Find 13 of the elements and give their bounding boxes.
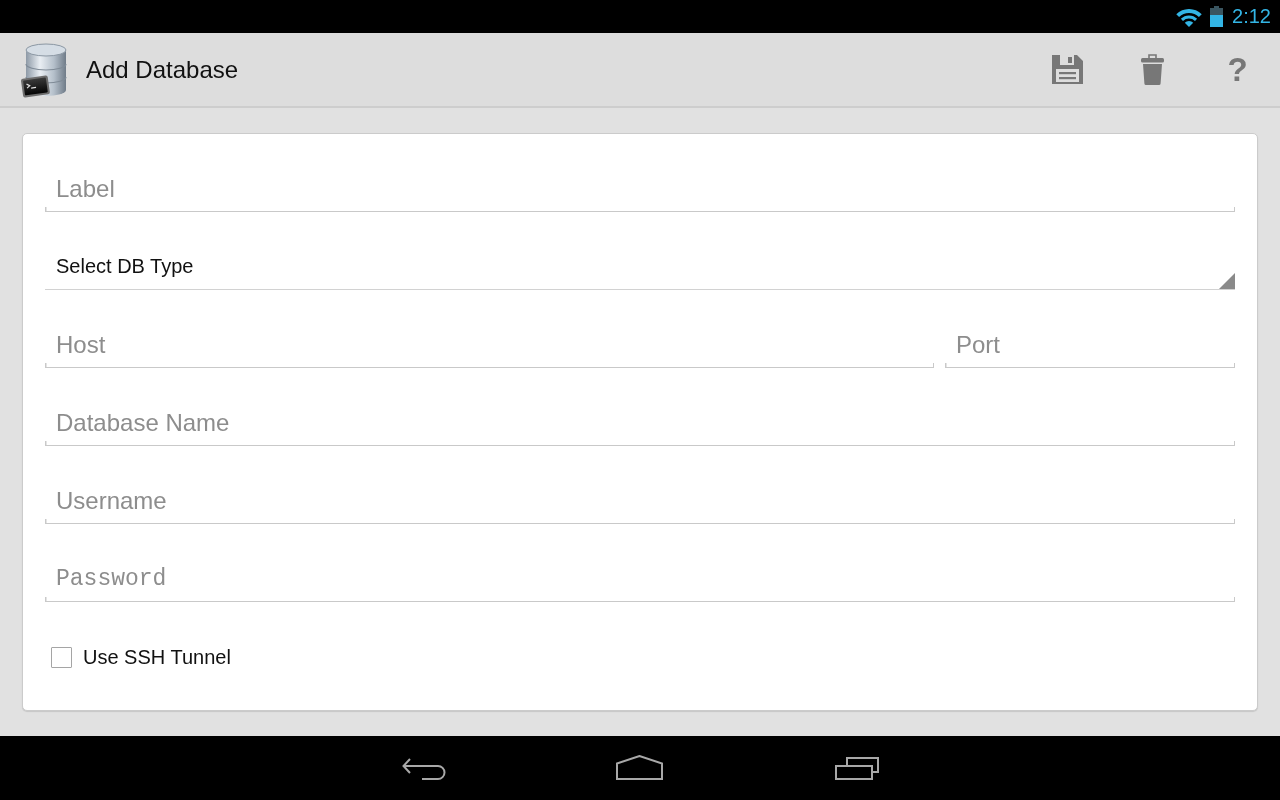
checkbox-label[interactable]: Use SSH Tunnel — [83, 646, 231, 669]
trash-icon[interactable] — [1141, 54, 1164, 85]
checkbox[interactable] — [51, 647, 72, 668]
back-icon[interactable] — [402, 756, 446, 780]
save-icon[interactable] — [1052, 55, 1083, 84]
status-time: 2:12 — [1232, 5, 1271, 28]
screen-title: Add Database — [86, 55, 239, 84]
db-type-dropdown[interactable]: Select DB Type — [45, 246, 1235, 290]
wifi-icon — [1176, 8, 1203, 27]
dropdown-triangle-icon — [1219, 273, 1235, 289]
home-icon[interactable] — [616, 754, 663, 780]
battery-icon — [1210, 6, 1224, 27]
recent-apps-icon[interactable] — [835, 756, 879, 780]
